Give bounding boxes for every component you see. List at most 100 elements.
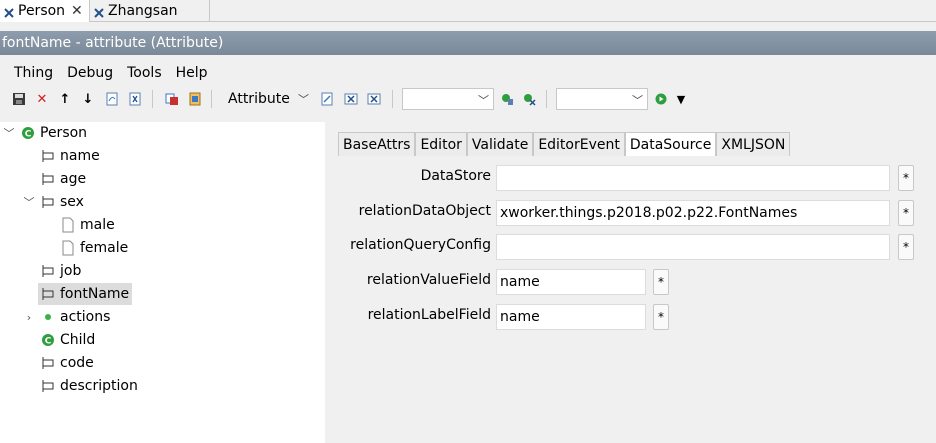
- dot-icon: [40, 309, 56, 325]
- form-row-relationqueryconfig: relationQueryConfig *: [325, 234, 936, 260]
- tree-node-person[interactable]: ﹀ C Person: [2, 122, 88, 144]
- tree-node-fontname[interactable]: fontName: [38, 283, 133, 305]
- attribute-editor-panel: BaseAttrs Editor Validate EditorEvent Da…: [325, 122, 936, 443]
- tab-person[interactable]: Person ✕: [0, 0, 90, 22]
- tab-person-label: Person: [18, 3, 66, 19]
- tree-node-child[interactable]: C Child: [40, 329, 95, 351]
- relationqueryconfig-field[interactable]: [496, 234, 890, 260]
- refresh-icon[interactable]: [103, 90, 121, 108]
- toolbar: ✕ ↑ ↓ Attribute ﹀ ﹀ ﹀ ▼: [10, 88, 930, 110]
- tab-xmljson[interactable]: XMLJSON: [716, 132, 791, 156]
- menu-debug[interactable]: Debug: [67, 65, 113, 85]
- tree-node-age[interactable]: age: [40, 168, 86, 190]
- move-up-icon[interactable]: ↑: [56, 90, 74, 108]
- relationdataobject-field[interactable]: xworker.things.p2018.p02.p22.FontNames: [496, 200, 890, 226]
- tree-node-label: actions: [60, 309, 111, 325]
- relationdataobject-label: relationDataObject: [358, 203, 491, 219]
- form-row-datastore: DataStore *: [325, 165, 936, 191]
- tree-node-label: male: [80, 217, 115, 233]
- tree-node-description[interactable]: description: [40, 375, 138, 397]
- tree-node-label: description: [60, 378, 138, 394]
- tab-zhangsan[interactable]: Zhangsan: [90, 0, 210, 22]
- svg-text:C: C: [25, 130, 32, 140]
- attribute-icon: [40, 194, 56, 210]
- tree-node-female[interactable]: female: [60, 237, 128, 259]
- form-row-relationdataobject: relationDataObject xworker.things.p2018.…: [325, 200, 936, 226]
- tree-node-male[interactable]: male: [60, 214, 115, 236]
- editor-tabs: BaseAttrs Editor Validate EditorEvent Da…: [338, 132, 791, 156]
- relationdataobject-select-button[interactable]: *: [898, 200, 914, 226]
- datastore-select-button[interactable]: *: [898, 165, 914, 191]
- tree-node-label: sex: [60, 194, 84, 210]
- tab-zhangsan-label: Zhangsan: [108, 3, 178, 19]
- form-row-relationvaluefield: relationValueField name *: [325, 269, 936, 295]
- move-down-icon[interactable]: ↓: [79, 90, 97, 108]
- relationvaluefield-field[interactable]: name: [496, 269, 646, 295]
- thing-explorer-icon[interactable]: [163, 90, 181, 108]
- descriptor-select[interactable]: Attribute ﹀: [225, 88, 313, 110]
- class-icon: C: [20, 125, 36, 141]
- relationqueryconfig-select-button[interactable]: *: [898, 234, 914, 260]
- relationlabelfield-select-button[interactable]: *: [653, 304, 669, 330]
- svg-text:C: C: [45, 337, 52, 347]
- tab-datasource[interactable]: DataSource: [624, 132, 717, 156]
- descriptor-select-value: Attribute: [228, 91, 290, 107]
- toolbar-separator: [152, 90, 153, 108]
- tree-node-name[interactable]: name: [40, 145, 100, 167]
- toolbar-combo-1[interactable]: ﹀: [402, 88, 494, 110]
- menu-help[interactable]: Help: [176, 65, 208, 85]
- editor-tab-bar: Person ✕ Zhangsan: [0, 0, 936, 22]
- toolbar-separator: [392, 90, 393, 108]
- tab-editor[interactable]: Editor: [415, 132, 467, 156]
- menu-thing[interactable]: Thing: [14, 65, 53, 85]
- attribute-icon: [40, 171, 56, 187]
- add-child-icon[interactable]: [498, 90, 516, 108]
- tree-node-label: fontName: [60, 286, 130, 302]
- expand-icon[interactable]: ﹀: [2, 125, 16, 141]
- tree-node-label: job: [60, 263, 82, 279]
- menu-bar: Thing Debug Tools Help: [8, 65, 216, 85]
- tab-baseattrs[interactable]: BaseAttrs: [338, 132, 416, 156]
- delete-icon[interactable]: ✕: [33, 90, 51, 108]
- run-dropdown-icon[interactable]: ▼: [672, 90, 690, 108]
- relationvaluefield-label: relationValueField: [366, 272, 491, 288]
- xml-icon[interactable]: [126, 90, 144, 108]
- save-icon[interactable]: [10, 90, 28, 108]
- attribute-icon: [40, 263, 56, 279]
- class-icon: C: [40, 332, 56, 348]
- document-icon[interactable]: [186, 90, 204, 108]
- tree-node-job[interactable]: job: [40, 260, 81, 282]
- tree-node-code[interactable]: code: [40, 352, 94, 374]
- datastore-label: DataStore: [420, 168, 491, 184]
- xml-icon[interactable]: [365, 90, 383, 108]
- close-icon[interactable]: ✕: [71, 3, 83, 19]
- tab-validate[interactable]: Validate: [466, 132, 534, 156]
- attribute-icon: [40, 148, 56, 164]
- menu-tools[interactable]: Tools: [127, 65, 162, 85]
- remove-child-icon[interactable]: [520, 90, 538, 108]
- expand-icon[interactable]: ﹀: [22, 194, 36, 210]
- editor-title: fontName - attribute (Attribute): [0, 31, 936, 55]
- datastore-field[interactable]: [496, 165, 890, 191]
- tab-editorevent[interactable]: EditorEvent: [533, 132, 625, 156]
- collapse-icon[interactable]: ›: [22, 311, 36, 324]
- tree-node-label: code: [60, 355, 94, 371]
- tree-node-label: age: [60, 171, 87, 187]
- tree-node-sex[interactable]: ﹀ sex: [22, 191, 84, 213]
- xml-icon[interactable]: [342, 90, 360, 108]
- tree-node-actions[interactable]: › actions: [22, 306, 111, 328]
- attribute-icon: [40, 355, 56, 371]
- relationlabelfield-field[interactable]: name: [496, 304, 646, 330]
- thing-tree: ﹀ C Person name age ﹀ sex male female jo…: [0, 122, 325, 443]
- relationvaluefield-select-button[interactable]: *: [653, 269, 669, 295]
- relationqueryconfig-label: relationQueryConfig: [350, 237, 491, 253]
- run-icon[interactable]: [652, 90, 670, 108]
- chevron-down-icon: ﹀: [298, 93, 309, 106]
- toolbar-combo-2[interactable]: ﹀: [556, 88, 648, 110]
- toolbar-separator: [211, 90, 212, 108]
- edit-icon[interactable]: [318, 90, 336, 108]
- tree-node-label: Child: [60, 332, 96, 348]
- thing-icon: [4, 6, 14, 18]
- form-row-relationlabelfield: relationLabelField name *: [325, 304, 936, 330]
- chevron-down-icon: ﹀: [632, 94, 643, 107]
